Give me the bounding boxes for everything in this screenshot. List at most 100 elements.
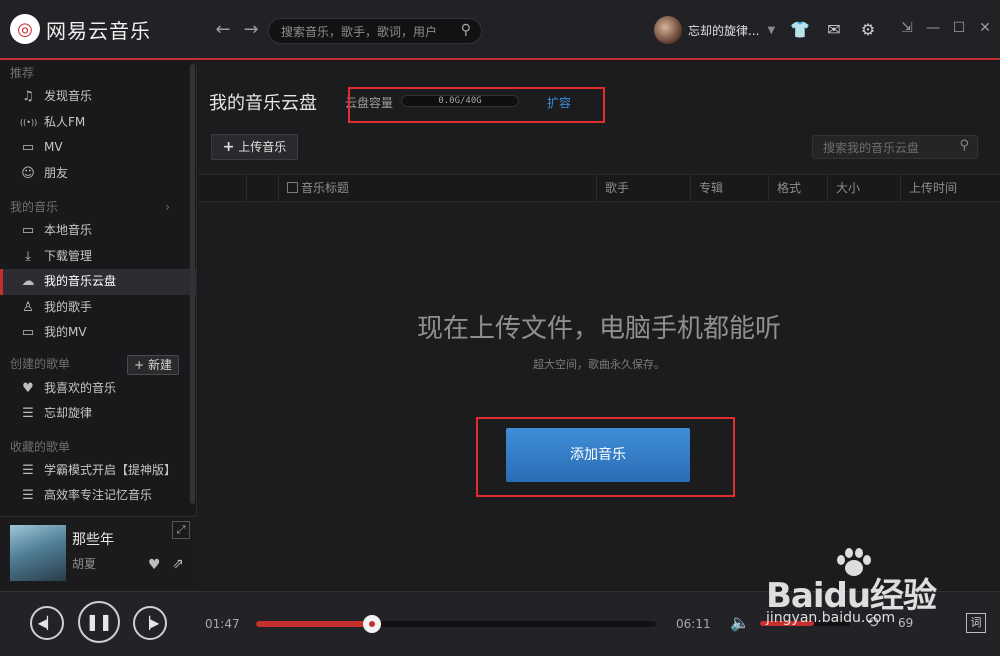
column-title[interactable]: 音乐标题 [278,175,596,202]
sidebar-item-mymusic-1[interactable]: ⤓ 下载管理 [0,244,196,270]
maximize-icon[interactable]: ☐ [952,20,966,36]
playlist-count[interactable]: 69 [898,616,913,630]
netease-logo-icon: ◎ [10,14,40,44]
sidebar-item-mymusic-3[interactable]: ♙ 我的歌手 [0,295,196,321]
loop-mode-icon[interactable]: ⟲ [866,613,879,631]
upload-music-label: 上传音乐 [238,140,287,154]
cloud-search: ⚲ [812,135,978,159]
plus-icon: + [222,139,235,155]
playlist-icon: ☰ [22,488,34,504]
section-title-collected: 收藏的歌单 [10,439,71,454]
cloud-search-input[interactable] [823,140,953,156]
sidebar-item-label: 高效率专注记忆音乐 [44,488,153,503]
volume-fill [760,621,814,626]
section-title-created: 创建的歌单 + 新建 [0,353,196,375]
search-icon[interactable]: ⚲ [461,22,471,38]
sidebar-item-label: 下载管理 [44,248,93,263]
user-menu[interactable]: 忘却的旋律... ▼ [654,16,775,44]
lyric-button[interactable]: 词 [966,613,986,633]
column-format[interactable]: 格式 [768,175,827,202]
settings-icon[interactable]: ⚙ [858,20,878,39]
table-header: 音乐标题 歌手 专辑 格式 大小 上传时间 [198,174,1000,202]
app-name: 网易云音乐 [46,18,151,43]
skin-icon[interactable]: 👕 [790,20,810,39]
section-title-mymusic[interactable]: 我的音乐 › [0,196,196,218]
previous-track-button[interactable]: ◀▏ [30,606,64,640]
share-icon[interactable]: ⇗ [172,556,184,572]
mail-icon[interactable]: ✉ [824,20,844,39]
playlist-icon: ☰ [22,406,34,422]
recommend-list: ♫ 发现音乐 ((•)) 私人FM ▭ MV ☺ 朋友 [0,84,196,186]
singer-icon: ♙ [22,299,34,315]
playlist-icon: ☰ [22,462,34,478]
section-title-recommend: 推荐 [10,66,35,80]
expand-icon[interactable]: ⤢ [172,521,190,539]
top-icons: 👕 ✉ ⚙ [790,20,878,39]
pause-button[interactable]: ❚❚ [78,601,120,643]
current-time: 01:47 [205,617,240,631]
sidebar-item-mymusic-0[interactable]: ▭ 本地音乐 [0,218,196,244]
sidebar-item-label: 朋友 [44,165,69,180]
sidebar-item-mymusic-4[interactable]: ▭ 我的MV [0,320,196,346]
username[interactable]: 忘却的旋律... [688,22,759,39]
progress-handle[interactable] [363,615,381,633]
upload-music-button[interactable]: + 上传音乐 [211,134,298,160]
sidebar-item-label: 私人FM [44,114,86,129]
sidebar-item-created-0[interactable]: ♥ 我喜欢的音乐 [0,376,196,402]
now-playing-title[interactable]: 那些年 [72,529,114,549]
global-search-input[interactable] [281,23,451,40]
sidebar-item-collected-0[interactable]: ☰ 学霸模式开启【提神版】 [0,458,196,484]
back-arrow-icon[interactable]: ← [214,19,232,40]
heart-icon[interactable]: ♥ [148,557,161,573]
volume-icon[interactable]: 🔈 [730,613,750,632]
empty-state-subtitle: 超大空间，歌曲永久保存。 [533,358,665,371]
highlight-box-capacity [348,87,605,123]
new-playlist-button[interactable]: + 新建 [127,354,179,375]
sidebar-item-label: 我的音乐云盘 [44,274,117,289]
column-artist[interactable]: 歌手 [596,175,690,202]
app-logo[interactable]: ◎ 网易云音乐 [10,14,151,44]
column-title-label: 音乐标题 [301,181,350,195]
search-icon[interactable]: ⚲ [959,138,969,153]
mini-mode-icon[interactable]: ⇲ [900,20,914,36]
album-cover[interactable] [10,525,66,581]
sidebar-item-mymusic-2[interactable]: ☁ 我的音乐云盘 [0,269,196,295]
forward-arrow-icon[interactable]: → [242,19,260,40]
chevron-right-icon[interactable]: › [165,196,170,218]
monitor-icon: ▭ [21,223,35,239]
sidebar-item-label: 学霸模式开启【提神版】 [44,462,177,477]
sidebar-item-label: 我的MV [44,325,87,340]
sidebar-item-label: 我的歌手 [44,299,93,314]
now-playing-artist[interactable]: 胡夏 [72,555,96,572]
sidebar-item-recommend-1[interactable]: ((•)) 私人FM [0,110,196,136]
sidebar-item-collected-1[interactable]: ☰ 高效率专注记忆音乐 [0,483,196,509]
top-bar: ◎ 网易云音乐 ← → ⚲ 忘却的旋律... ▼ 👕 ✉ ⚙ ⇲ — ☐ ✕ [0,0,1000,60]
column-upload-time[interactable]: 上传时间 [900,175,1000,202]
column-album[interactable]: 专辑 [690,175,768,202]
previous-icon: ◀▏ [37,616,57,630]
chevron-down-icon[interactable]: ▼ [767,25,775,36]
next-track-button[interactable]: ▕▶ [133,606,167,640]
mymusic-list: ▭ 本地音乐 ⤓ 下载管理 ☁ 我的音乐云盘 ♙ 我的歌手 ▭ 我的MV [0,218,196,346]
now-playing-card: 那些年 胡夏 ⤢ ♥ ⇗ [0,516,197,590]
column-size[interactable]: 大小 [827,175,900,202]
progress-bar[interactable] [256,615,656,633]
volume-bar[interactable] [760,621,850,626]
player-bar: ◀▏ ❚❚ ▕▶ 01:47 06:11 🔈 ⟲ 69 词 [0,591,1000,656]
pause-icon: ❚❚ [85,612,113,631]
sidebar-item-created-1[interactable]: ☰ 忘却旋律 [0,401,196,427]
minimize-icon[interactable]: — [926,20,940,36]
select-all-checkbox[interactable] [287,182,298,193]
sidebar-item-recommend-2[interactable]: ▭ MV [0,135,196,161]
collected-list: ☰ 学霸模式开启【提神版】 ☰ 高效率专注记忆音乐 [0,458,196,509]
next-icon: ▕▶ [140,616,160,630]
close-icon[interactable]: ✕ [978,20,992,36]
mv-icon: ▭ [21,325,35,341]
main-panel: 我的音乐云盘 云盘容量 0.0G/40G 扩容 + 上传音乐 ⚲ 音乐标题 歌手… [198,62,1000,590]
sidebar-item-label: 本地音乐 [44,223,93,238]
avatar[interactable] [654,16,682,44]
sidebar-item-recommend-3[interactable]: ☺ 朋友 [0,161,196,187]
page-title: 我的音乐云盘 [209,93,317,114]
sidebar-item-recommend-0[interactable]: ♫ 发现音乐 [0,84,196,110]
radio-icon: ((•)) [20,117,38,127]
